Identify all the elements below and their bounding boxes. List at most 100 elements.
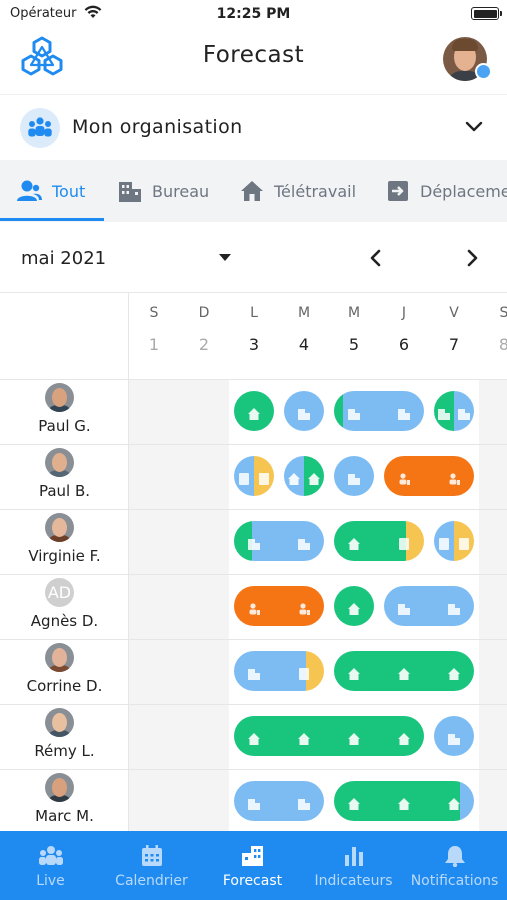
presence-pill[interactable] — [234, 521, 324, 561]
office-icon — [348, 470, 360, 485]
person-name: Paul B. — [38, 482, 91, 500]
people-icon — [17, 180, 42, 201]
office-icon — [298, 405, 310, 420]
remote-icon — [308, 470, 320, 485]
presence-pill[interactable] — [234, 716, 424, 756]
office-icon — [348, 405, 360, 420]
row-divider — [0, 444, 507, 445]
person-row-header[interactable]: Rémy L. — [0, 704, 129, 769]
nav-label: Live — [36, 873, 65, 889]
remote-icon — [448, 795, 460, 810]
office-segment — [234, 651, 306, 691]
day-letter: M — [297, 305, 311, 321]
tab-teletravail[interactable]: Télétravail — [240, 160, 356, 222]
nav-calendrier[interactable]: Calendrier — [101, 831, 202, 900]
presence-pill[interactable] — [334, 651, 474, 691]
person-name: Paul G. — [38, 417, 91, 435]
presence-pill[interactable] — [334, 456, 374, 496]
person-row-header[interactable]: AD Agnès D. — [0, 574, 129, 639]
tab-tout[interactable]: Tout — [16, 160, 85, 222]
day-letter: V — [449, 305, 459, 321]
person-row-header[interactable]: Virginie F. — [0, 509, 129, 574]
office-icon — [398, 405, 410, 420]
nav-forecast[interactable]: Forecast — [202, 831, 303, 900]
chevron-left-icon[interactable] — [368, 248, 382, 268]
remote-icon — [348, 730, 360, 745]
person-avatar — [45, 773, 74, 802]
chevron-down-icon[interactable] — [464, 120, 484, 134]
clock: 12:25 PM — [216, 6, 291, 22]
month-navigation: mai 2021 — [0, 222, 507, 292]
day-number: 2 — [198, 335, 210, 354]
caret-down-icon[interactable] — [218, 253, 232, 262]
presence-pill[interactable] — [234, 456, 274, 496]
remote-segment — [234, 716, 424, 756]
office-icon — [298, 795, 310, 810]
other-icon — [238, 470, 250, 485]
tab-label: Déplacement — [420, 181, 507, 201]
person-avatar — [45, 708, 74, 737]
row-divider — [0, 769, 507, 770]
presence-pill[interactable] — [434, 716, 474, 756]
day-letter: M — [347, 305, 361, 321]
remote-icon — [248, 405, 260, 420]
office-icon — [298, 535, 310, 550]
person-name: Virginie F. — [28, 547, 101, 565]
person-row-header[interactable]: Paul B. — [0, 444, 129, 509]
presence-pill[interactable] — [434, 521, 474, 561]
presence-pill[interactable] — [334, 521, 424, 561]
person-row-header[interactable]: Paul G. — [0, 379, 129, 444]
day-header: V7 — [429, 293, 479, 354]
day-number: 4 — [298, 335, 310, 354]
remote-icon — [348, 535, 360, 550]
presence-pill[interactable] — [334, 586, 374, 626]
organisation-selector[interactable]: Mon organisation — [0, 94, 507, 160]
other-icon — [438, 535, 450, 550]
presence-pill[interactable] — [234, 391, 274, 431]
chevron-right-icon[interactable] — [466, 248, 480, 268]
travel-icon — [448, 470, 460, 485]
nav-notifications[interactable]: Notifications — [404, 831, 505, 900]
presence-pill[interactable] — [234, 586, 324, 626]
nav-label: Calendrier — [115, 873, 188, 889]
day-number: 8 — [479, 335, 507, 354]
presence-pill[interactable] — [234, 781, 324, 821]
row-divider — [0, 574, 507, 575]
day-number: 7 — [448, 335, 460, 354]
person-row-header[interactable]: Marc M. — [0, 769, 129, 832]
presence-pill[interactable] — [334, 391, 424, 431]
battery-icon — [471, 7, 502, 20]
presence-pill[interactable] — [384, 586, 474, 626]
nav-live[interactable]: Live — [0, 831, 101, 900]
person-row-header[interactable]: Corrine D. — [0, 639, 129, 704]
remote-segment — [334, 521, 406, 561]
person-name: Corrine D. — [26, 677, 103, 695]
presence-pill[interactable] — [284, 391, 324, 431]
presence-pill[interactable] — [334, 781, 474, 821]
tab-label: Bureau — [152, 181, 210, 201]
presence-pill[interactable] — [434, 391, 474, 431]
remote-icon — [398, 665, 410, 680]
other-icon — [398, 535, 410, 550]
presence-pill[interactable] — [234, 651, 324, 691]
tab-deplacement[interactable]: Déplacement — [386, 160, 507, 222]
remote-segment — [334, 391, 343, 431]
day-letter: S — [479, 305, 507, 321]
travel-icon — [248, 600, 260, 615]
remote-icon — [398, 795, 410, 810]
organisation-icon — [20, 108, 60, 148]
person-avatar — [45, 383, 74, 412]
office-icon — [448, 600, 460, 615]
month-label[interactable]: mai 2021 — [21, 248, 106, 269]
travel-icon — [398, 470, 410, 485]
remote-icon — [448, 665, 460, 680]
nav-indicateurs[interactable]: Indicateurs — [303, 831, 404, 900]
presence-pill[interactable] — [384, 456, 474, 496]
people-icon — [39, 846, 63, 865]
day-header: D2 — [179, 293, 229, 354]
presence-pill[interactable] — [284, 456, 324, 496]
tab-bureau[interactable]: Bureau — [118, 160, 209, 222]
calendar-icon — [142, 845, 162, 866]
page-title: Forecast — [202, 42, 305, 68]
person-avatar: AD — [45, 578, 74, 607]
